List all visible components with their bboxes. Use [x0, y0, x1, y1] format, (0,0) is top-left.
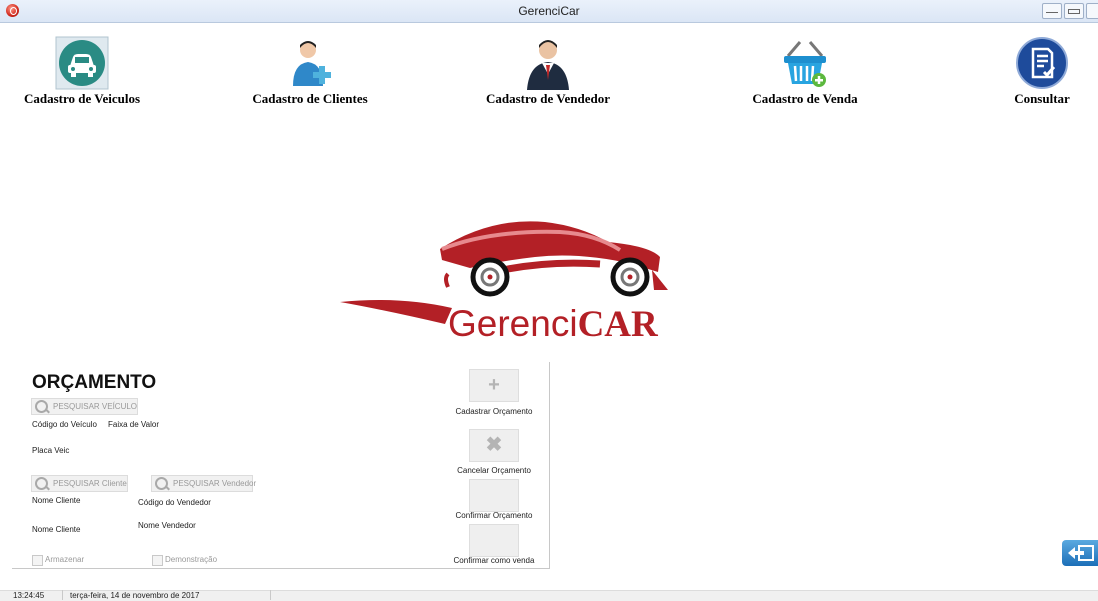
plus-icon: + [488, 374, 500, 396]
toolbar-label: Cadastro de Venda [752, 91, 858, 106]
x-icon: ✖ [485, 434, 503, 456]
search-seller-label: PESQUISAR Vendedor [173, 479, 257, 488]
confirm-sale-button[interactable] [469, 524, 519, 557]
title-bar: GerenciCar [0, 0, 1098, 23]
toolbar-label: Cadastro de Clientes [252, 91, 368, 106]
status-separator [62, 590, 63, 600]
search-vehicle-label: PESQUISAR VEÍCULO [53, 402, 138, 411]
cancel-budget-button[interactable]: ✖ [469, 429, 519, 462]
toolbar-label: Cadastro de Veiculos [23, 91, 141, 106]
search-icon [35, 477, 48, 490]
store-checkbox[interactable]: Armazenar [32, 555, 85, 566]
car-icon [55, 36, 109, 90]
search-vehicle-button[interactable]: PESQUISAR VEÍCULO [31, 398, 139, 415]
confirm-budget-label: Confirmar Orçamento [455, 511, 533, 520]
logo-text: GerenciCAR [448, 303, 658, 346]
window-title: GerenciCar [518, 4, 580, 18]
logo-text-bold: CAR [577, 304, 658, 345]
search-seller-button[interactable]: PESQUISAR Vendedor [151, 475, 257, 492]
search-client-button[interactable]: PESQUISAR Cliente [31, 475, 128, 492]
toolbar-query[interactable]: Consultar [1004, 36, 1080, 107]
add-client-icon [283, 36, 337, 90]
search-icon [35, 400, 48, 413]
seller-name-label: Nome Vendedor [138, 521, 196, 530]
price-range-label: Faixa de Valor [108, 420, 159, 429]
toolbar-vehicle-registration[interactable]: Cadastro de Veiculos [22, 36, 142, 107]
toolbar-sale-registration[interactable]: Cadastro de Venda [745, 36, 865, 107]
status-time: 13:24:45 [13, 591, 45, 600]
confirm-budget-button[interactable] [469, 479, 519, 512]
status-date: terça-feira, 14 de novembro de 2017 [70, 591, 200, 600]
client-name-label: Nome Cliente [32, 496, 81, 505]
restore-button[interactable] [1064, 3, 1084, 19]
exit-icon [1068, 545, 1094, 561]
demo-checkbox-label: Demonstração [165, 555, 218, 564]
checkbox-box[interactable] [32, 555, 43, 566]
status-separator [270, 590, 271, 600]
checkbox-box[interactable] [152, 555, 163, 566]
plate-label: Placa Veic [32, 446, 70, 455]
cancel-budget-label: Cancelar Orçamento [457, 466, 531, 475]
toolbar-seller-registration[interactable]: Cadastro de Vendedor [478, 36, 618, 107]
logo-text-thin: Gerenci [448, 303, 578, 344]
store-checkbox-label: Armazenar [45, 555, 85, 564]
document-check-icon [1015, 36, 1069, 90]
client-name-label-2: Nome Cliente [32, 525, 81, 534]
confirm-sale-label: Confirmar como venda [453, 556, 535, 565]
toolbar-label: Consultar [1014, 91, 1070, 106]
demo-checkbox[interactable]: Demonstração [152, 555, 218, 566]
minimize-button[interactable] [1042, 3, 1062, 19]
search-client-label: PESQUISAR Cliente [53, 479, 127, 488]
register-budget-button[interactable]: + [469, 369, 519, 402]
close-button[interactable] [1086, 3, 1098, 19]
budget-title: ORÇAMENTO [32, 372, 157, 393]
toolbar-label: Cadastro de Vendedor [485, 91, 610, 106]
vehicle-code-label: Código do Veículo [32, 420, 97, 429]
seller-code-label: Código do Vendedor [138, 498, 211, 507]
salesman-icon [521, 36, 575, 90]
exit-button[interactable] [1062, 540, 1098, 566]
search-icon [155, 477, 168, 490]
register-budget-label: Cadastrar Orçamento [455, 407, 533, 416]
shopping-basket-icon [778, 36, 832, 90]
toolbar-client-registration[interactable]: Cadastro de Clientes [250, 36, 370, 107]
